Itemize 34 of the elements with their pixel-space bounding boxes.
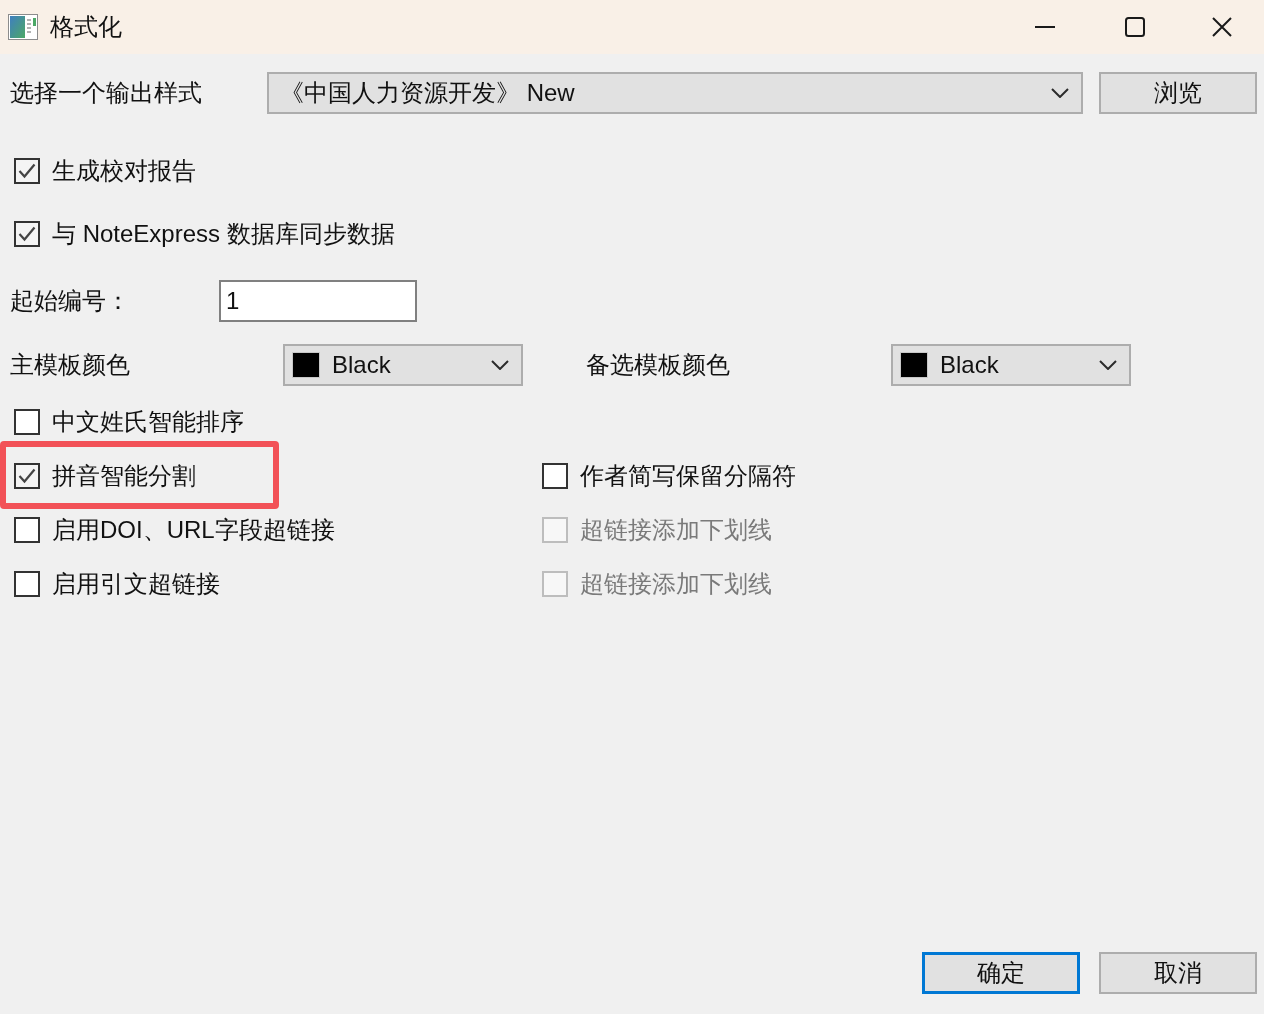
- checkbox-label[interactable]: 拼音智能分割: [52, 461, 196, 491]
- checkbox-label[interactable]: 启用引文超链接: [52, 569, 220, 599]
- field-label: 起始编号：: [10, 286, 131, 316]
- chevron-down-icon: [491, 360, 509, 370]
- number-field[interactable]: 1: [219, 280, 417, 322]
- field-label: 主模板颜色: [10, 350, 131, 380]
- checkbox-label[interactable]: 生成校对报告: [52, 156, 196, 186]
- checkbox[interactable]: [14, 221, 40, 247]
- checkbox-label[interactable]: 启用DOI、URL字段超链接: [52, 515, 335, 545]
- color-dropdown[interactable]: Black: [283, 344, 523, 386]
- window-icon: [8, 14, 38, 40]
- checkbox[interactable]: [14, 463, 40, 489]
- checkbox[interactable]: [542, 463, 568, 489]
- chevron-down-icon: [1099, 360, 1117, 370]
- field-label: 选择一个输出样式: [10, 78, 203, 108]
- field-label: 备选模板颜色: [586, 350, 731, 380]
- checkbox-label: 超链接添加下划线: [580, 569, 772, 599]
- ok-button[interactable]: 确定: [922, 952, 1080, 994]
- color-dropdown[interactable]: Black: [891, 344, 1131, 386]
- checkbox-label: 超链接添加下划线: [580, 515, 772, 545]
- checkbox[interactable]: [14, 409, 40, 435]
- checkbox-label[interactable]: 与 NoteExpress 数据库同步数据: [52, 219, 395, 249]
- chevron-down-icon: [1051, 88, 1069, 98]
- close-icon[interactable]: [1212, 17, 1232, 37]
- checkbox[interactable]: [14, 571, 40, 597]
- browse-button[interactable]: 浏览: [1099, 72, 1257, 114]
- checkbox[interactable]: [14, 517, 40, 543]
- window-title: 格式化: [50, 12, 122, 42]
- style-dropdown[interactable]: 《中国人力资源开发》 New: [267, 72, 1083, 114]
- checkbox-label[interactable]: 作者简写保留分隔符: [580, 461, 796, 491]
- maximize-icon[interactable]: [1125, 17, 1145, 37]
- checkbox[interactable]: [14, 158, 40, 184]
- cancel-button[interactable]: 取消: [1099, 952, 1257, 994]
- checkbox-label[interactable]: 中文姓氏智能排序: [52, 407, 244, 437]
